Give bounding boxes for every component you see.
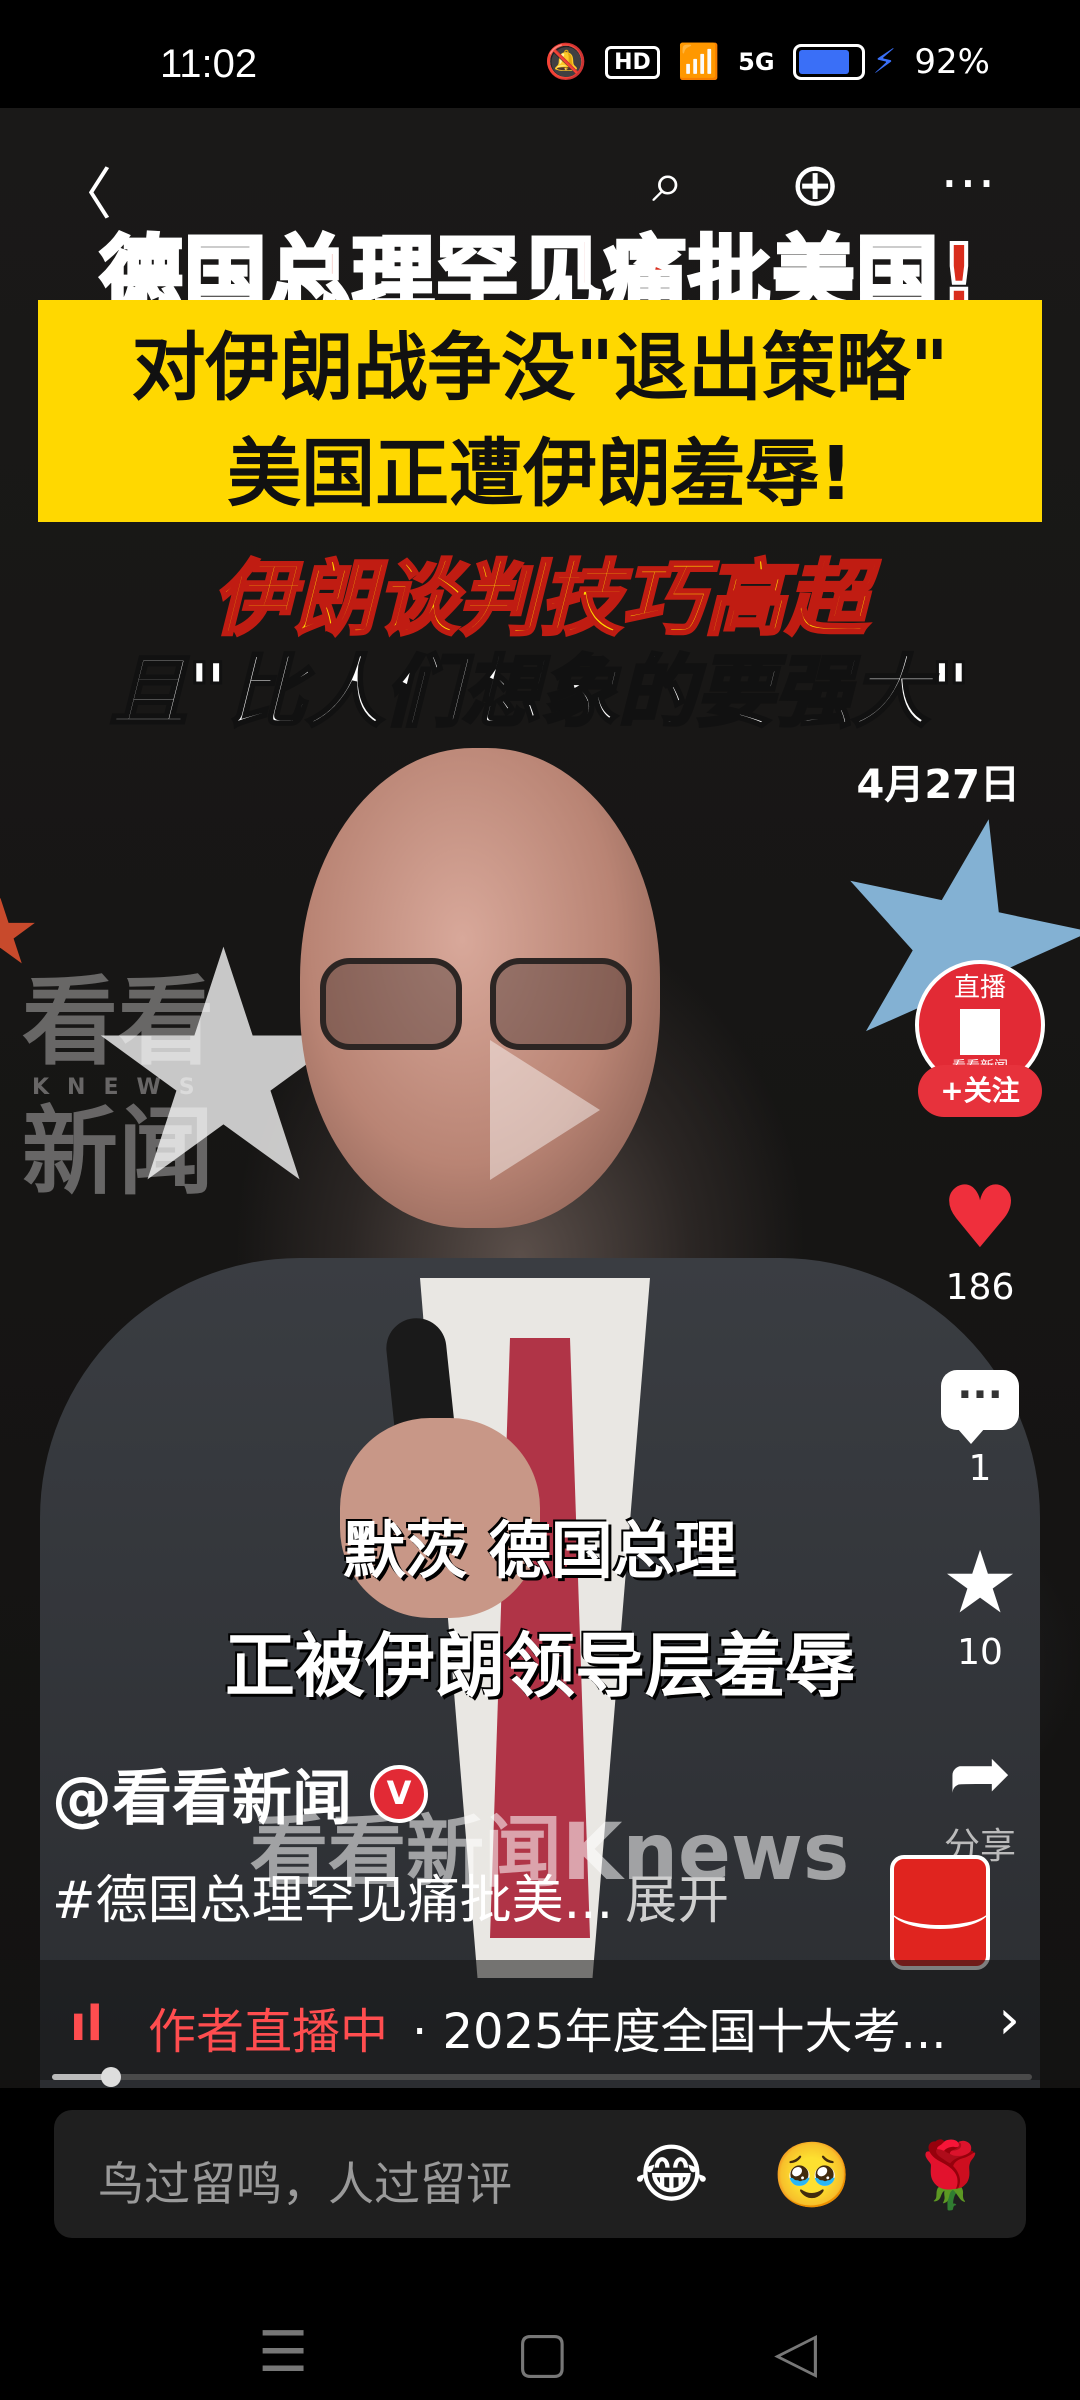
charging-icon: ⚡: [872, 42, 897, 82]
watermark-logo: 看看 KNEWS 新闻: [22, 969, 214, 1208]
hd-icon: HD: [605, 45, 660, 79]
more-icon[interactable]: ⋯: [940, 150, 996, 215]
headline-white: 且"比人们想象的要强大": [108, 647, 972, 740]
like-count: 186: [945, 1267, 1015, 1308]
clock: 11:02: [160, 42, 258, 86]
home-nav-icon[interactable]: ▢: [516, 2320, 569, 2385]
favorite-count: 10: [957, 1632, 1003, 1673]
comment-count: 1: [968, 1448, 992, 1489]
video-progress[interactable]: [52, 2067, 1032, 2087]
comment-button[interactable]: ··· 1: [900, 1370, 1060, 1489]
comment-input[interactable]: 鸟过留鸣，人过留评 😂 🥹 🌹: [54, 2110, 1026, 2238]
battery-icon: [792, 44, 865, 80]
emoji-laugh-cry-icon[interactable]: 😂: [634, 2138, 709, 2212]
favorite-button[interactable]: ★ 10: [900, 1540, 1060, 1673]
back-nav-icon[interactable]: ◁: [774, 2320, 817, 2385]
chevron-right-icon[interactable]: ›: [998, 1988, 1020, 2051]
status-bar: 11:02 🔕 HD 📶 5G ⚡ 92%: [0, 0, 1080, 108]
live-label: 作者直播中: [148, 2004, 389, 2060]
play-icon[interactable]: [490, 1040, 600, 1180]
status-icons: 🔕 HD 📶 5G ⚡ 92%: [545, 42, 990, 82]
add-circle-icon[interactable]: ⊕: [790, 150, 840, 220]
emoji-teary-icon[interactable]: 🥹: [772, 2138, 852, 2213]
battery-percent: 92%: [914, 42, 990, 82]
bottom-panel: 鸟过留鸣，人过留评 😂 🥹 🌹 ☰ ▢ ◁: [0, 2088, 1080, 2400]
star-icon: ★: [941, 1533, 1019, 1633]
video-date: 4月27日: [856, 762, 1021, 808]
post-description[interactable]: #德国总理罕见痛批美... 展开: [52, 1858, 729, 1933]
speaker-glasses: [300, 958, 660, 1050]
live-title: · 2025年度全国十大考...: [412, 2004, 947, 2060]
decor-star-red: ★: [0, 880, 41, 985]
share-button[interactable]: ➦ 分享: [900, 1735, 1060, 1869]
expand-link[interactable]: 展开: [625, 1871, 729, 1931]
verified-badge: V: [370, 1764, 428, 1823]
author-name[interactable]: @看看新闻: [52, 1750, 352, 1837]
share-icon: ➦: [948, 1728, 1012, 1817]
system-nav-bar: ☰ ▢ ◁: [0, 2300, 1080, 2400]
avatar-live-label: 直播: [953, 973, 1006, 1003]
5g-signal-icon: 5G: [738, 48, 775, 76]
hashtag[interactable]: #德国总理罕见痛批美...: [52, 1871, 613, 1931]
emoji-rose-icon[interactable]: 🌹: [910, 2138, 990, 2213]
mute-icon: 🔕: [544, 42, 588, 82]
wifi-icon: 📶: [677, 42, 721, 82]
post-author[interactable]: @看看新闻 V: [52, 1750, 428, 1837]
headline-yellow-line2: 美国正遭伊朗羞辱!: [227, 431, 853, 517]
follow-button[interactable]: +关注: [918, 1065, 1042, 1117]
avatar-logo: [960, 1008, 1000, 1055]
live-bars-icon: ıl: [70, 1996, 103, 2052]
like-button[interactable]: ♥ 186: [900, 1175, 1060, 1308]
watermark-line1: 看看: [22, 966, 214, 1078]
live-banner[interactable]: ıl 作者直播中 · 2025年度全国十大考... ›: [0, 1960, 1080, 2080]
back-icon[interactable]: 〈: [56, 150, 112, 231]
search-icon[interactable]: ⌕: [652, 150, 683, 216]
progress-knob[interactable]: [100, 2067, 121, 2087]
menu-nav-icon[interactable]: ☰: [258, 2320, 308, 2385]
battery-fill: [798, 50, 849, 74]
comment-icon: ···: [941, 1370, 1019, 1444]
red-packet-icon[interactable]: [890, 1855, 990, 1970]
watermark-line2: 新闻: [22, 1095, 214, 1208]
heart-icon: ♥: [941, 1168, 1019, 1268]
headline-yellow-line1: 对伊朗战争没"退出策略": [131, 325, 949, 411]
comment-placeholder: 鸟过留鸣，人过留评: [98, 2157, 512, 2211]
